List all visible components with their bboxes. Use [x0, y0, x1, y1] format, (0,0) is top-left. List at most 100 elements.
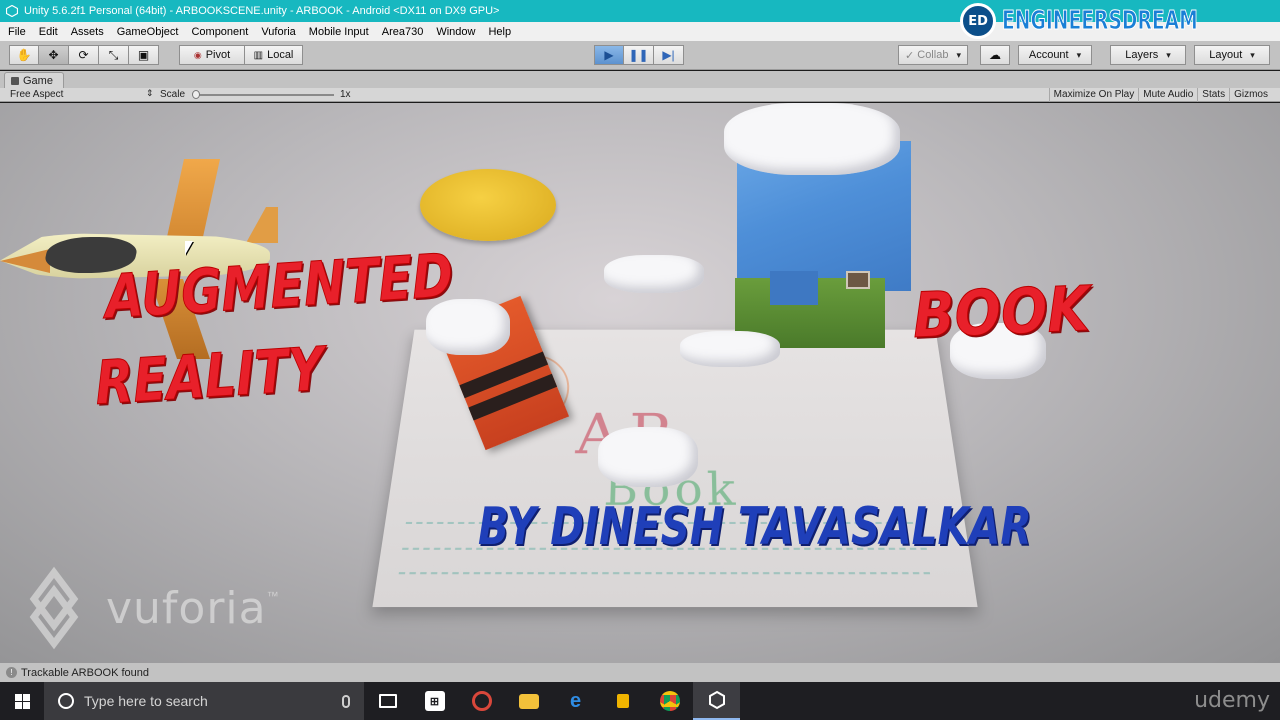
- rotate-tool-button[interactable]: ⟳: [69, 45, 99, 65]
- cloud-object: [680, 331, 780, 367]
- local-toggle[interactable]: ▥ Local: [245, 45, 303, 65]
- pause-button[interactable]: ❚❚: [624, 45, 654, 65]
- aspect-dropdown[interactable]: Free Aspect: [10, 89, 63, 100]
- udemy-watermark: udemy: [1194, 688, 1270, 713]
- collab-dropdown[interactable]: ✓ Collab: [898, 45, 968, 65]
- local-label: Local: [267, 49, 294, 61]
- store-icon: ⊞: [424, 691, 445, 711]
- play-icon: ▶: [604, 48, 614, 62]
- hand-tool-button[interactable]: ✋: [9, 45, 39, 65]
- layers-label: Layers: [1125, 49, 1159, 61]
- scale-slider-thumb[interactable]: [192, 90, 200, 99]
- lock-icon: [616, 694, 629, 708]
- file-explorer-button[interactable]: [505, 682, 552, 720]
- account-group: Account: [1018, 45, 1092, 65]
- vuforia-watermark: vuforia ™: [24, 566, 279, 650]
- status-message: Trackable ARBOOK found: [21, 666, 149, 679]
- cloud-group: ☁: [980, 45, 1010, 65]
- vuforia-trademark: ™: [266, 589, 279, 603]
- menu-area730[interactable]: Area730: [376, 26, 430, 38]
- menu-file[interactable]: File: [0, 26, 32, 38]
- collab-check-icon: ✓: [905, 49, 915, 62]
- game-tab-label: Game: [23, 75, 53, 87]
- game-view-options: Maximize On Play Mute Audio Stats Gizmos: [1048, 88, 1272, 102]
- engineersdream-badge-icon: ED: [960, 3, 997, 39]
- chrome-button[interactable]: [646, 682, 693, 720]
- move-icon: ✥: [48, 48, 59, 62]
- maximize-on-play-toggle[interactable]: Maximize On Play: [1048, 88, 1139, 102]
- move-tool-button[interactable]: ✥: [39, 45, 69, 65]
- stats-toggle[interactable]: Stats: [1197, 88, 1229, 102]
- game-view-controlbar: Free Aspect ⇕ Scale 1x Maximize On Play …: [0, 88, 1280, 102]
- game-tab-icon: [11, 77, 19, 85]
- menu-edit[interactable]: Edit: [33, 26, 64, 38]
- rotate-icon: ⟳: [78, 48, 89, 62]
- game-view-tabbar: Game: [0, 71, 1280, 88]
- cloud-icon: ☁: [989, 48, 1001, 62]
- title-reality: REALITY: [94, 334, 326, 419]
- menu-window[interactable]: Window: [430, 26, 481, 38]
- scale-slider-track[interactable]: [194, 94, 334, 96]
- menu-mobile-input[interactable]: Mobile Input: [303, 26, 375, 38]
- cortana-icon: [58, 693, 74, 709]
- scale-tool-button[interactable]: ⤡: [99, 45, 129, 65]
- play-button[interactable]: ▶: [594, 45, 624, 65]
- start-button[interactable]: [0, 682, 44, 720]
- layers-group: Layers: [1110, 45, 1186, 65]
- layout-dropdown[interactable]: Layout: [1194, 45, 1270, 65]
- unity-logo-icon: [6, 5, 18, 17]
- gizmos-dropdown[interactable]: Gizmos: [1229, 88, 1272, 102]
- pivot-label: Pivot: [205, 49, 231, 61]
- collab-group: ✓ Collab: [898, 45, 968, 65]
- menu-vuforia[interactable]: Vuforia: [255, 26, 301, 38]
- store-button[interactable]: ⊞: [411, 682, 458, 720]
- game-viewport[interactable]: AR Book AUGMENTED REALITY BOOK BY DINESH…: [0, 103, 1280, 663]
- layout-group: Layout: [1194, 45, 1270, 65]
- mute-audio-toggle[interactable]: Mute Audio: [1138, 88, 1197, 102]
- local-icon: ▥: [253, 49, 264, 61]
- unity-button[interactable]: [693, 682, 740, 720]
- edge-icon: e: [569, 689, 582, 712]
- account-label: Account: [1028, 49, 1069, 61]
- engineersdream-badge-text: ED: [968, 13, 988, 29]
- taskbar-app-button[interactable]: [458, 682, 505, 720]
- cloud-button[interactable]: ☁: [980, 45, 1010, 65]
- menu-assets[interactable]: Assets: [65, 26, 110, 38]
- scale-icon: ⤡: [108, 48, 119, 62]
- taskbar-search[interactable]: Type here to search: [44, 682, 364, 720]
- house-door: [770, 271, 818, 305]
- engineersdream-wordmark: ENGINEERSDREAM: [1002, 6, 1199, 37]
- windows-taskbar: Type here to search ⊞ e udemy: [0, 682, 1280, 720]
- menu-help[interactable]: Help: [482, 26, 517, 38]
- cloud-object: [724, 103, 900, 175]
- task-view-button[interactable]: [364, 682, 411, 720]
- microphone-icon[interactable]: [342, 694, 350, 708]
- menu-component[interactable]: Component: [185, 26, 254, 38]
- title-book: BOOK: [912, 271, 1092, 353]
- lock-app-button[interactable]: [599, 682, 646, 720]
- collab-label: Collab: [917, 49, 949, 61]
- aspect-chevron-icon: ⇕: [146, 88, 154, 98]
- menu-gameobject[interactable]: GameObject: [111, 26, 185, 38]
- step-button[interactable]: ▶|: [654, 45, 684, 65]
- account-dropdown[interactable]: Account: [1018, 45, 1092, 65]
- scale-label: Scale: [160, 89, 186, 100]
- scale-value: 1x: [340, 89, 351, 100]
- pivot-toggle[interactable]: ◉ Pivot: [179, 45, 245, 65]
- windows-logo-icon: [14, 693, 30, 709]
- cloud-object: [604, 255, 704, 293]
- tab-game[interactable]: Game: [4, 72, 64, 88]
- chrome-icon: [659, 691, 680, 711]
- layers-dropdown[interactable]: Layers: [1110, 45, 1186, 65]
- task-view-icon: [378, 694, 397, 708]
- edge-button[interactable]: e: [552, 682, 599, 720]
- app-icon: [471, 691, 492, 711]
- transform-tools: ✋ ✥ ⟳ ⤡ ▣: [9, 45, 159, 65]
- plane-tail: [246, 207, 278, 243]
- search-placeholder: Type here to search: [84, 693, 208, 709]
- rect-tool-button[interactable]: ▣: [129, 45, 159, 65]
- main-toolbar: ✋ ✥ ⟳ ⤡ ▣ ◉ Pivot ▥ Local ▶ ❚❚ ▶| ✓ Coll…: [0, 41, 1280, 70]
- window-title: Unity 5.6.2f1 Personal (64bit) - ARBOOKS…: [24, 5, 500, 17]
- vuforia-logo-icon: [24, 566, 86, 650]
- vuforia-wordmark: vuforia: [106, 582, 267, 634]
